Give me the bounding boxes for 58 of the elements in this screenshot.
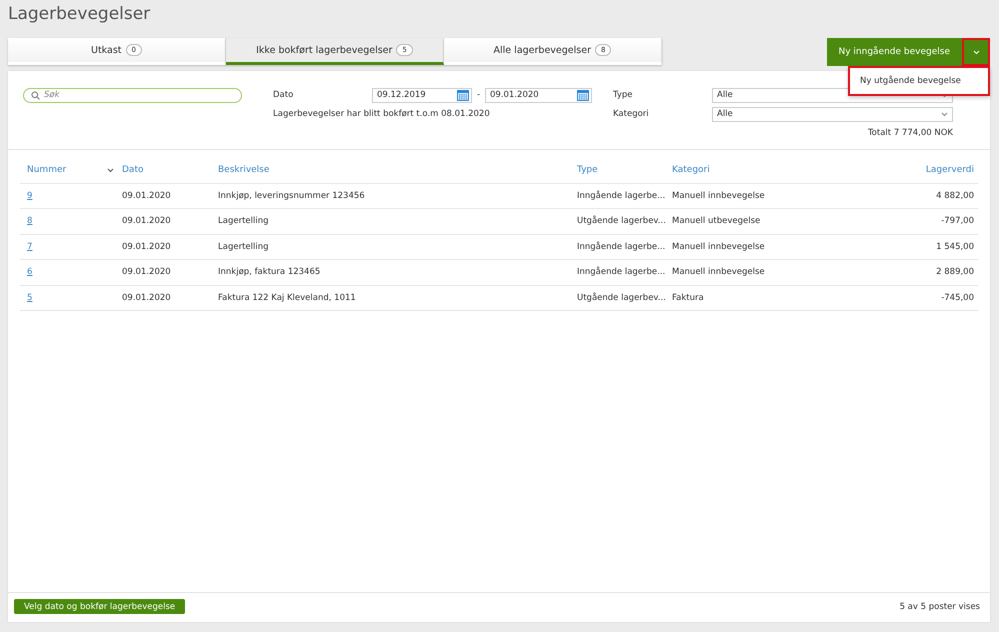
category-label: Kategori (613, 109, 650, 119)
table-cell-text: 09.01.2020 (122, 242, 172, 252)
post-button[interactable]: Velg dato og bokfør lagerbevegelse (14, 599, 186, 614)
table-cell-text: -745,00 (940, 292, 974, 303)
table-cell-text: Manuell innbevegelse (672, 190, 766, 201)
table-cell-text: Innkjøp, faktura 123465 (218, 267, 322, 278)
record-count: 5 av 5 poster vises (900, 602, 980, 612)
search-field[interactable]: Søk (23, 88, 242, 102)
table-cell-text: Inngående lagerbe... (577, 190, 666, 201)
date-separator: - (476, 90, 480, 100)
type-select[interactable]: Alle (712, 88, 953, 102)
total-text: Totalt 7 774,00 NOK (868, 128, 953, 138)
table-cell-text: 09.01.2020 (122, 267, 172, 278)
table-cell-text: Lagertelling (218, 216, 270, 226)
table-cell-text: 09.01.2020 (122, 190, 172, 201)
calendar-icon[interactable] (457, 89, 469, 101)
column-header[interactable]: Type (577, 165, 672, 176)
sort-icon (107, 168, 114, 173)
category-select[interactable]: Alle (712, 106, 953, 122)
table-cell-text: Lagertelling (218, 242, 270, 252)
table-cell-text: Manuell innbevegelse (672, 242, 766, 252)
table-cell-text: Utgående lagerbev... (577, 216, 667, 226)
number-link[interactable]: 9 (27, 190, 32, 201)
table-cell-text: Faktura (672, 292, 705, 303)
table-cell-text: Manuell utbevegelse (672, 216, 762, 226)
table-cell-text: 2 889,00 (935, 267, 974, 278)
table-cell-text: Inngående lagerbe... (577, 242, 666, 252)
column-header[interactable]: Nummer (27, 165, 122, 176)
number-link[interactable]: 8 (27, 216, 32, 226)
table-cell-text: 1 545,00 (935, 242, 974, 252)
table-cell-text: Inngående lagerbe... (577, 267, 666, 278)
column-header[interactable]: Beskrivelse (218, 165, 577, 176)
page-title: Lagerbevegelser (8, 4, 152, 26)
table-cell-text: 4 882,00 (935, 190, 974, 201)
dropdown-toggle[interactable] (962, 38, 990, 66)
date-label: Dato (273, 90, 294, 100)
calendar-icon[interactable] (577, 89, 589, 101)
table-cell-text: -797,00 (940, 216, 974, 226)
table-cell-text: 09.01.2020 (122, 216, 172, 226)
table-cell-text: Innkjøp, leveringsnummer 123456 (218, 190, 366, 201)
date-from-field[interactable]: 09.12.2019 (372, 88, 472, 102)
number-link[interactable]: 7 (27, 242, 32, 252)
search-icon (31, 90, 40, 100)
date-to-field[interactable]: 09.01.2020 (485, 88, 592, 102)
menu-item[interactable]: Ny utgående bevegelse (860, 76, 978, 86)
table-cell-text: Utgående lagerbev... (577, 292, 667, 303)
type-label: Type (613, 90, 634, 100)
column-header[interactable]: Kategori (672, 165, 852, 176)
new-incoming-button[interactable]: Ny inngående bevegelse (826, 38, 962, 66)
table-cell-text: 09.01.2020 (122, 292, 172, 303)
table-cell-text: Faktura 122 Kaj Kleveland, 1011 (218, 292, 357, 303)
number-link[interactable]: 6 (27, 267, 32, 278)
column-header[interactable]: Lagerverdi (852, 165, 974, 176)
caret-icon (972, 50, 980, 54)
column-header[interactable]: Dato (122, 165, 218, 176)
table-cell-text: Manuell innbevegelse (672, 267, 766, 278)
posted-note: Lagerbevegelser har blitt bokført t.o.m 08.01.2020 (273, 109, 491, 119)
number-link[interactable]: 5 (27, 292, 32, 303)
